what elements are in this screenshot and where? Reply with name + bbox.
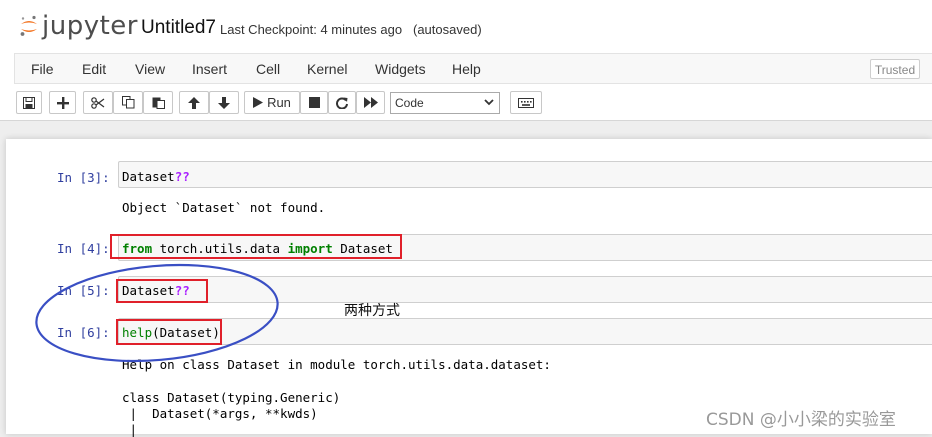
- annotation-ellipse: [35, 263, 279, 363]
- annotation-label: 两种方式: [344, 303, 400, 319]
- watermark: CSDN @小小梁的实验室: [706, 410, 896, 430]
